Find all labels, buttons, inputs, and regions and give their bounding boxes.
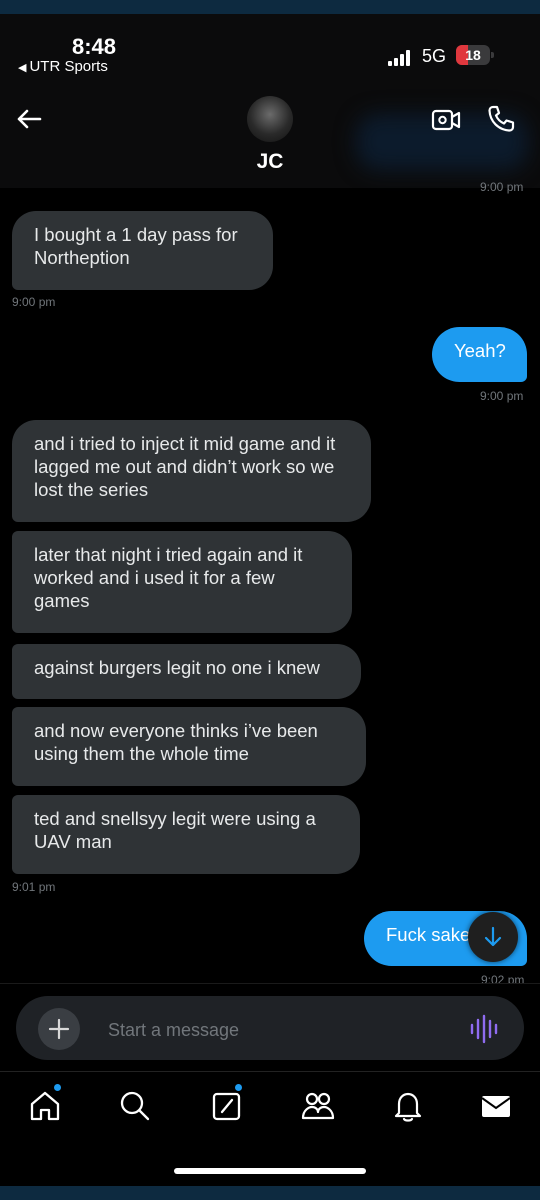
home-indicator[interactable] (174, 1168, 366, 1174)
clipped-timestamp: 9:00 pm (480, 180, 524, 194)
message-bubble-incoming[interactable]: ted and snellsyy legit were using a UAV … (12, 795, 360, 874)
screen-frame-bottom (0, 1186, 540, 1200)
back-app-label: UTR Sports (29, 58, 108, 75)
back-to-app-link[interactable]: ◀ UTR Sports (18, 58, 108, 75)
add-media-button[interactable] (38, 1008, 80, 1050)
home-notification-dot (54, 1084, 61, 1091)
message-timestamp: 9:00 pm (480, 389, 524, 403)
message-bubble-incoming[interactable]: I bought a 1 day pass for Northeption (12, 211, 273, 290)
battery-level: 18 (465, 47, 481, 63)
status-time: 8:48 (72, 34, 117, 59)
message-timestamp: 9:00 pm (12, 295, 56, 309)
video-call-icon[interactable] (430, 104, 462, 136)
conversation-header: JC (0, 80, 540, 188)
scroll-to-bottom-button[interactable] (468, 912, 518, 962)
communities-icon[interactable] (300, 1088, 336, 1124)
composer-pill (16, 996, 524, 1060)
screen-frame-top (0, 0, 540, 14)
compose-notification-dot (235, 1084, 242, 1091)
messages-envelope-icon[interactable] (478, 1088, 514, 1124)
plus-icon (48, 1018, 70, 1040)
phone-call-icon[interactable] (484, 102, 518, 136)
message-composer (0, 983, 540, 1072)
message-bubble-incoming[interactable]: and i tried to inject it mid game and it… (12, 420, 371, 522)
compose-icon[interactable] (209, 1088, 245, 1124)
message-bubble-incoming[interactable]: later that night i tried again and it wo… (12, 531, 352, 633)
back-triangle-icon: ◀ (18, 62, 27, 74)
message-bubble-outgoing[interactable]: Yeah? (432, 327, 527, 382)
message-timestamp: 9:01 pm (12, 880, 56, 894)
bottom-tab-bar (0, 1071, 540, 1187)
network-type: 5G (422, 46, 447, 66)
message-bubble-incoming[interactable]: against burgers legit no one i knew (12, 644, 361, 699)
battery-icon: 18 (456, 45, 494, 65)
arrow-down-icon (484, 926, 502, 947)
search-icon[interactable] (117, 1088, 153, 1124)
contact-avatar[interactable] (247, 96, 293, 142)
status-bar: 8:48 ◀ UTR Sports 5G 18 (0, 14, 540, 80)
voice-message-icon[interactable] (468, 1014, 502, 1044)
notifications-bell-icon[interactable] (390, 1088, 426, 1124)
signal-icon (388, 50, 412, 66)
home-icon[interactable] (27, 1088, 63, 1124)
message-input[interactable] (106, 1014, 440, 1046)
message-bubble-incoming[interactable]: and now everyone thinks i’ve been using … (12, 707, 366, 786)
back-arrow-icon[interactable] (14, 104, 44, 134)
